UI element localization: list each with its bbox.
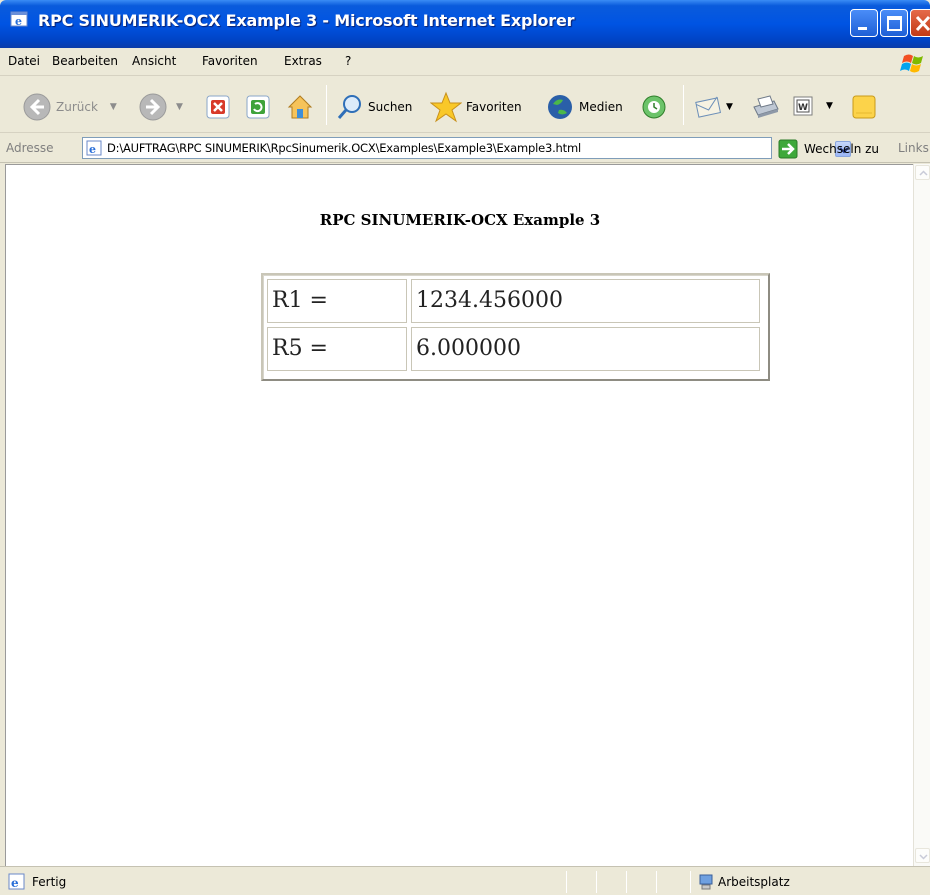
- address-bar: Adresse e D:\AUFTRAG\RPC SINUMERIK\RpcSi…: [0, 133, 930, 163]
- address-input[interactable]: e D:\AUFTRAG\RPC SINUMERIK\RpcSinumerik.…: [82, 137, 851, 159]
- status-divider: [656, 871, 657, 893]
- table-cell-label: R5 =: [267, 327, 407, 371]
- page-content: RPC SINUMERIK-OCX Example 3 R1 = 1234.45…: [5, 164, 913, 866]
- back-arrow-icon: [23, 93, 51, 121]
- menu-bar: Datei Bearbeiten Ansicht Favoriten Extra…: [0, 48, 930, 76]
- links-toolbar[interactable]: Links: [898, 141, 929, 155]
- search-icon: [337, 95, 361, 119]
- forward-dropdown-icon[interactable]: ▼: [176, 102, 183, 112]
- window-title: RPC SINUMERIK-OCX Example 3 - Microsoft …: [38, 11, 575, 30]
- security-zone-label: Arbeitsplatz: [718, 875, 790, 889]
- svg-text:W: W: [798, 103, 808, 113]
- history-button[interactable]: [640, 93, 668, 121]
- table-cell-label: R1 =: [267, 279, 407, 323]
- my-computer-icon: [699, 874, 713, 890]
- toolbar-separator: [683, 85, 684, 125]
- star-icon: [430, 91, 462, 123]
- refresh-icon: [246, 95, 270, 119]
- go-label: Wechseln zu: [804, 142, 880, 156]
- note-icon: [852, 95, 876, 119]
- table-cell-value: 6.000000: [411, 327, 760, 371]
- minimize-button[interactable]: [850, 9, 878, 37]
- history-icon: [642, 95, 666, 119]
- menu-bearbeiten[interactable]: Bearbeiten: [52, 54, 118, 68]
- internet-explorer-icon: e: [10, 11, 28, 28]
- home-icon: [287, 95, 313, 119]
- address-label: Adresse: [6, 141, 54, 155]
- menu-extras[interactable]: Extras: [284, 54, 322, 68]
- mail-icon: [695, 96, 722, 118]
- back-button[interactable]: Zurück ▼: [22, 92, 117, 122]
- vertical-scrollbar[interactable]: [913, 164, 930, 866]
- toolbar-separator: [326, 85, 327, 125]
- status-divider: [596, 871, 597, 893]
- page-done-icon: e: [8, 873, 25, 890]
- back-label: Zurück: [56, 100, 98, 114]
- address-url: D:\AUFTRAG\RPC SINUMERIK\RpcSinumerik.OC…: [107, 141, 581, 155]
- menu-help[interactable]: ?: [345, 54, 351, 68]
- browser-window: e RPC SINUMERIK-OCX Example 3 - Microsof…: [0, 0, 930, 895]
- search-button[interactable]: Suchen: [336, 93, 412, 121]
- scroll-down-button[interactable]: [915, 848, 930, 863]
- media-button[interactable]: Medien: [545, 92, 623, 122]
- page-heading: RPC SINUMERIK-OCX Example 3: [319, 211, 601, 229]
- media-icon: [548, 95, 572, 119]
- menu-datei[interactable]: Datei: [8, 54, 40, 68]
- mail-button[interactable]: ▼: [694, 94, 733, 120]
- mail-dropdown-icon[interactable]: ▼: [726, 102, 733, 112]
- favorites-button[interactable]: Favoriten: [430, 91, 522, 123]
- go-button[interactable]: Wechseln zu: [778, 139, 879, 159]
- chevron-down-icon: [919, 854, 928, 860]
- messenger-button[interactable]: [850, 93, 878, 121]
- stop-button[interactable]: [205, 94, 231, 120]
- scroll-up-button[interactable]: [915, 165, 930, 180]
- refresh-button[interactable]: [245, 94, 271, 120]
- close-button[interactable]: [910, 9, 930, 37]
- edit-dropdown-icon[interactable]: ▼: [826, 101, 833, 111]
- standard-toolbar: Zurück ▼ ▼ Suchen Favoriten Medien ▼ W ▼: [0, 77, 930, 133]
- windows-logo-icon: [900, 54, 923, 73]
- search-label: Suchen: [368, 100, 413, 114]
- table-cell-value: 1234.456000: [411, 279, 760, 323]
- maximize-button[interactable]: [880, 9, 908, 37]
- status-divider: [690, 871, 691, 893]
- page-icon: e: [86, 140, 102, 156]
- svg-text:e: e: [11, 876, 19, 890]
- media-label: Medien: [579, 100, 623, 114]
- menu-ansicht[interactable]: Ansicht: [132, 54, 176, 68]
- word-edit-icon: W: [793, 96, 813, 116]
- svg-text:e: e: [89, 143, 96, 156]
- status-divider: [566, 871, 567, 893]
- menu-favoriten[interactable]: Favoriten: [202, 54, 258, 68]
- status-divider: [626, 871, 627, 893]
- home-button[interactable]: [286, 93, 314, 121]
- stop-icon: [206, 95, 230, 119]
- favorites-label: Favoriten: [466, 100, 522, 114]
- status-bar: e Fertig Arbeitsplatz: [0, 866, 930, 895]
- print-icon: [753, 95, 779, 118]
- go-arrow-icon: [778, 139, 798, 159]
- parameter-table: R1 = 1234.456000 R5 = 6.000000: [261, 273, 770, 381]
- forward-arrow-icon: [139, 93, 167, 121]
- edit-button[interactable]: W ▼: [792, 95, 833, 117]
- forward-button[interactable]: ▼: [138, 92, 183, 122]
- chevron-up-icon: [919, 170, 928, 176]
- title-bar[interactable]: e RPC SINUMERIK-OCX Example 3 - Microsof…: [0, 0, 930, 48]
- status-text: Fertig: [32, 875, 67, 889]
- print-button[interactable]: [750, 93, 780, 121]
- svg-text:e: e: [15, 15, 22, 28]
- back-dropdown-icon[interactable]: ▼: [110, 102, 117, 112]
